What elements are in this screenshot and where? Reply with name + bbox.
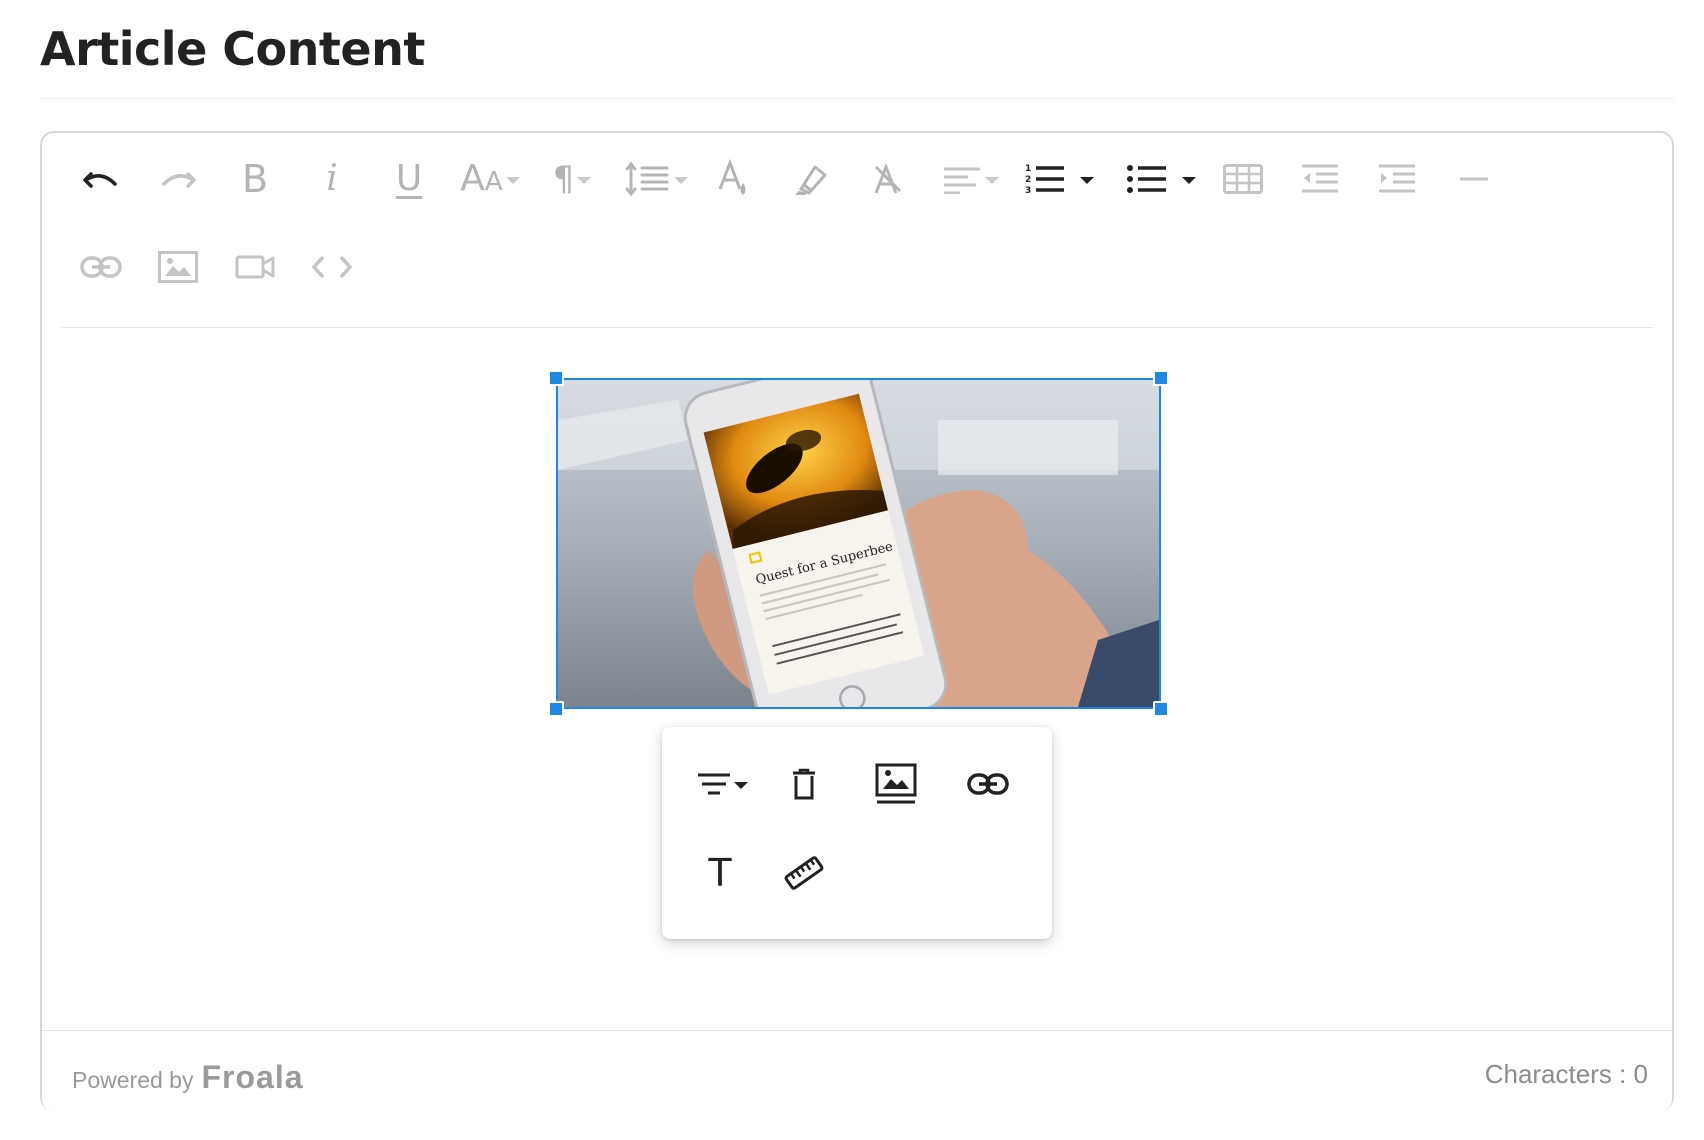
italic-icon: i [326,158,338,199]
selected-image[interactable]: Quest for a Superbee [548,370,1169,717]
chevron-down-icon [1182,177,1196,184]
ordered-list-button[interactable]: 123 [1014,147,1104,211]
highlight-button[interactable] [779,147,843,211]
page-title: Article Content [40,22,425,76]
insert-image-button[interactable] [146,235,210,299]
change-size-button[interactable] [768,841,840,905]
redo-button[interactable] [146,147,210,211]
undo-icon [83,172,117,188]
video-icon [235,255,275,279]
image-icon [158,251,198,283]
bold-icon: B [241,157,269,201]
unordered-list-icon [1127,165,1166,193]
toolbar-divider [61,327,1653,328]
ordered-list-icon: 123 [1025,164,1064,196]
indent-icon [1379,164,1415,193]
outdent-button[interactable] [1288,147,1352,211]
alt-text-button[interactable]: T [684,841,756,905]
chevron-down-icon [733,782,748,789]
italic-button[interactable]: i [300,147,364,211]
title-divider [40,98,1674,99]
insert-table-button[interactable] [1211,147,1275,211]
outdent-icon [1302,164,1338,193]
chevron-down-icon [673,177,688,184]
underline-button[interactable]: U [377,147,441,211]
horizontal-line-button[interactable] [1442,147,1506,211]
insert-link-button[interactable] [69,235,133,299]
replace-image-button[interactable] [860,752,932,816]
chevron-down-icon [505,177,520,184]
bold-button[interactable]: B [223,147,287,211]
line-height-icon [625,161,668,197]
resize-handle-top-left[interactable] [548,370,564,386]
align-icon [943,167,980,194]
insert-video-button[interactable] [223,235,287,299]
text-color-button[interactable] [702,147,766,211]
chevron-down-icon [984,177,999,184]
svg-text:3: 3 [1025,186,1031,196]
image-popup-toolbar: T [662,727,1052,939]
code-view-button[interactable] [300,235,364,299]
ruler-icon [784,856,824,890]
powered-by-label: Powered by [72,1067,194,1093]
character-count: Characters : 0 [1484,1059,1648,1089]
rich-text-editor: B i U A A ¶ 1 2 3 Quest for a Superbee T… [40,131,1674,1111]
chevron-down-icon [577,177,592,184]
clear-formatting-icon [874,162,902,194]
line-height-button[interactable] [618,147,694,211]
underline-icon: U [395,158,423,199]
horizontal-line-icon [1460,177,1488,181]
unordered-list-button[interactable] [1116,147,1206,211]
undo-button[interactable] [69,147,133,211]
highlighter-icon [795,165,827,195]
chevron-down-icon [1080,177,1094,184]
indent-button[interactable] [1365,147,1429,211]
link-icon [967,773,1009,795]
align-button[interactable] [930,147,1010,211]
redo-icon [162,172,196,188]
photo-phone-article-icon: Quest for a Superbee [558,380,1159,707]
alt-text-icon: T [708,851,732,895]
font-size-icon-large: A [460,158,485,199]
clear-formatting-button[interactable] [856,147,920,211]
resize-handle-bottom-left[interactable] [548,701,564,717]
editor-footer: Powered by Froala Characters : 0 [42,1031,1672,1111]
froala-logo: Froala [201,1059,304,1095]
align-icon [697,773,730,795]
image-align-button[interactable] [684,752,760,816]
font-size-icon-small: A [484,167,503,197]
svg-text:2: 2 [1025,175,1031,185]
svg-text:1: 1 [1025,164,1031,174]
code-icon [311,255,353,279]
image-link-button[interactable] [952,752,1024,816]
remove-image-button[interactable] [768,752,840,816]
image-replace-icon [875,763,917,804]
link-icon [80,256,122,278]
resize-handle-top-right[interactable] [1153,370,1169,386]
resize-handle-bottom-right[interactable] [1153,701,1169,717]
trash-icon [793,768,815,800]
text-color-icon [718,159,746,195]
paragraph-icon: ¶ [552,159,575,199]
font-size-button[interactable]: A A [454,147,526,211]
powered-by[interactable]: Powered by Froala [72,1059,304,1096]
table-icon [1223,164,1263,194]
paragraph-format-button[interactable]: ¶ [536,147,608,211]
